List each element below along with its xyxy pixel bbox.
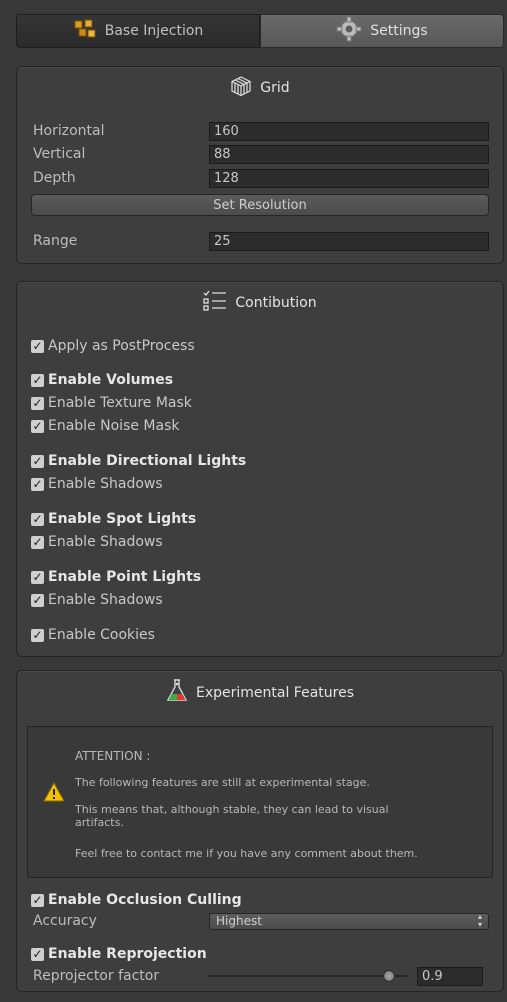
warning-icon (43, 781, 65, 805)
notice-line-1: The following features are still at expe… (75, 776, 370, 789)
enable-directional-lights-toggle[interactable]: ✓ Enable Directional Lights (31, 451, 246, 471)
enable-volumes-label: Enable Volumes (48, 372, 174, 388)
enable-cookies-label: Enable Cookies (48, 627, 155, 643)
accuracy-label: Accuracy (33, 913, 97, 929)
range-row: Range 25 (33, 231, 489, 251)
enable-noise-mask-label: Enable Noise Mask (48, 418, 180, 434)
spot-shadows-label: Enable Shadows (48, 534, 163, 550)
slider-track-line (209, 975, 409, 977)
horizontal-field[interactable]: 160 (209, 121, 489, 141)
point-shadows-toggle[interactable]: ✓ Enable Shadows (31, 590, 163, 610)
tab-bar: Base Injection Settings (16, 14, 504, 48)
attention-heading: ATTENTION : (75, 749, 151, 763)
experimental-panel: Experimental Features ATTENTION : The fo… (16, 670, 504, 992)
point-shadows-label: Enable Shadows (48, 592, 163, 608)
tab-settings-label: Settings (370, 23, 428, 39)
checkbox-checked-icon: ✓ (31, 628, 44, 642)
accuracy-value: Highest (216, 914, 262, 928)
set-resolution-button[interactable]: Set Resolution (31, 194, 489, 216)
contribution-title: Contibution (235, 295, 317, 311)
enable-spot-lights-toggle[interactable]: ✓ Enable Spot Lights (31, 509, 196, 529)
enable-noise-mask-toggle[interactable]: ✓ Enable Noise Mask (31, 416, 179, 436)
checklist-icon (203, 290, 227, 316)
enable-directional-lights-label: Enable Directional Lights (48, 453, 247, 469)
directional-shadows-toggle[interactable]: ✓ Enable Shadows (31, 474, 163, 494)
checkbox-checked-icon: ✓ (31, 947, 44, 961)
gear-icon (336, 16, 362, 46)
horizontal-row: Horizontal 160 (33, 121, 489, 141)
dropdown-arrows-icon: ▴ ▾ (477, 912, 482, 929)
tab-base-injection-label: Base Injection (104, 23, 204, 39)
flask-icon (166, 679, 188, 707)
enable-occlusion-culling-toggle[interactable]: ✓ Enable Occlusion Culling (31, 890, 242, 910)
attention-notice: ATTENTION : The following features are s… (27, 726, 493, 878)
reprojector-row: Reprojector factor 0.9 (33, 966, 489, 986)
enable-texture-mask-label: Enable Texture Mask (48, 395, 192, 411)
contribution-header: Contibution (17, 282, 503, 324)
reprojector-field[interactable]: 0.9 (417, 966, 483, 986)
accuracy-row: Accuracy Highest ▴ ▾ (33, 911, 489, 931)
enable-point-lights-label: Enable Point Lights (48, 569, 202, 585)
spot-shadows-toggle[interactable]: ✓ Enable Shadows (31, 532, 163, 552)
slider-thumb[interactable] (383, 970, 395, 982)
cubes-icon (73, 19, 97, 43)
enable-occlusion-culling-label: Enable Occlusion Culling (48, 892, 242, 908)
checkbox-checked-icon: ✓ (31, 893, 44, 907)
grid-title: Grid (260, 80, 290, 96)
checkbox-checked-icon: ✓ (31, 454, 44, 468)
enable-point-lights-toggle[interactable]: ✓ Enable Point Lights (31, 567, 201, 587)
notice-line-2: This means that, although stable, they c… (75, 803, 389, 829)
enable-volumes-toggle[interactable]: ✓ Enable Volumes (31, 370, 173, 390)
enable-cookies-toggle[interactable]: ✓ Enable Cookies (31, 625, 155, 645)
grid-cube-icon (230, 75, 252, 101)
notice-line-3: Feel free to contact me if you have any … (75, 847, 418, 860)
enable-reprojection-toggle[interactable]: ✓ Enable Reprojection (31, 944, 207, 964)
experimental-header: Experimental Features (17, 671, 503, 715)
enable-spot-lights-label: Enable Spot Lights (48, 511, 197, 527)
apply-postprocess-label: Apply as PostProcess (48, 338, 195, 354)
reprojector-slider-group: 0.9 (209, 966, 489, 986)
vertical-row: Vertical 88 (33, 144, 489, 164)
vertical-label: Vertical (33, 146, 86, 162)
checkbox-checked-icon: ✓ (31, 535, 44, 549)
range-field[interactable]: 25 (209, 231, 489, 251)
checkbox-checked-icon: ✓ (31, 570, 44, 584)
apply-postprocess-toggle[interactable]: ✓ Apply as PostProcess (31, 336, 195, 356)
checkbox-checked-icon: ✓ (31, 339, 44, 353)
experimental-title: Experimental Features (195, 685, 354, 701)
enable-texture-mask-toggle[interactable]: ✓ Enable Texture Mask (31, 393, 192, 413)
grid-header: Grid (17, 67, 503, 109)
grid-panel: Grid Horizontal 160 Vertical 88 Depth 12… (16, 66, 504, 264)
enable-reprojection-label: Enable Reprojection (48, 946, 207, 962)
checkbox-checked-icon: ✓ (31, 396, 44, 410)
accuracy-dropdown[interactable]: Highest ▴ ▾ (209, 912, 489, 930)
tab-base-injection[interactable]: Base Injection (16, 14, 260, 48)
horizontal-label: Horizontal (33, 123, 105, 139)
range-label: Range (33, 233, 78, 249)
depth-row: Depth 128 (33, 168, 489, 188)
reprojector-slider[interactable] (209, 966, 409, 986)
vertical-field[interactable]: 88 (209, 144, 489, 164)
checkbox-checked-icon: ✓ (31, 593, 44, 607)
depth-field[interactable]: 128 (209, 168, 489, 188)
checkbox-checked-icon: ✓ (31, 419, 44, 433)
checkbox-checked-icon: ✓ (31, 373, 44, 387)
checkbox-checked-icon: ✓ (31, 512, 44, 526)
contribution-panel: Contibution ✓ Apply as PostProcess ✓ Ena… (16, 281, 504, 657)
checkbox-checked-icon: ✓ (31, 477, 44, 491)
directional-shadows-label: Enable Shadows (48, 476, 163, 492)
depth-label: Depth (33, 170, 76, 186)
reprojector-label: Reprojector factor (33, 968, 160, 984)
tab-settings[interactable]: Settings (260, 14, 504, 48)
